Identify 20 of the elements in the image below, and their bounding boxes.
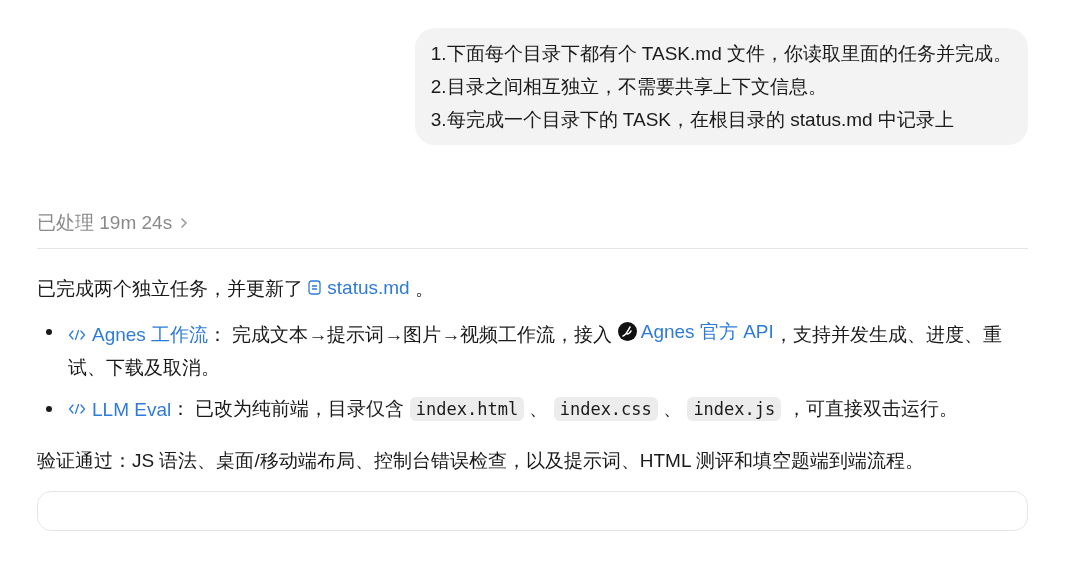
document-icon — [308, 279, 322, 295]
code-link[interactable]: LLM Eval — [68, 392, 172, 426]
api-link[interactable]: Agnes 官方 API — [617, 314, 774, 348]
verification-text: 验证通过：JS 语法、桌面/移动端布局、控制台错误检查，以及提示词、HTML 测评和填空题端到端流程。 — [37, 449, 926, 473]
code-icon — [68, 403, 86, 415]
bullet-text: Agnes 工作流： 完成文本→提示词→图片→视频工作流，接入 Agnes 官方 API，支持并发生成、进度、重试、下载及取消。 — [68, 314, 1028, 384]
code-icon — [68, 328, 86, 341]
inline-code: index.css — [553, 397, 658, 421]
file-link[interactable]: status.md — [308, 270, 410, 304]
processing-toggle[interactable]: 已处理 19m 24s — [37, 209, 189, 238]
code-link[interactable]: Agnes 工作流 — [68, 318, 209, 351]
summary-text: 已完成两个独立任务，并更新了 status.md 。 — [37, 270, 1028, 305]
bullet-text: LLM Eval： 已改为纯前端，目录仅含 index.html 、 index.css 、 index.js ，可直接双击运行。 — [68, 392, 1028, 426]
message-line: 3.每完成一个目录下的 TASK，在根目录的 status.md 中记录上 — [430, 108, 955, 132]
inline-code: index.html — [409, 397, 525, 421]
message-line: 1.下面每个目录下都有个 TASK.md 文件，你读取里面的任务并完成。 — [430, 42, 1012, 66]
logo-icon — [617, 321, 637, 341]
message-line: 2.目录之间相互独立，不需要共享上下文信息。 — [430, 75, 828, 99]
inline-code: index.js — [687, 397, 782, 421]
chevron-icon — [180, 217, 189, 230]
